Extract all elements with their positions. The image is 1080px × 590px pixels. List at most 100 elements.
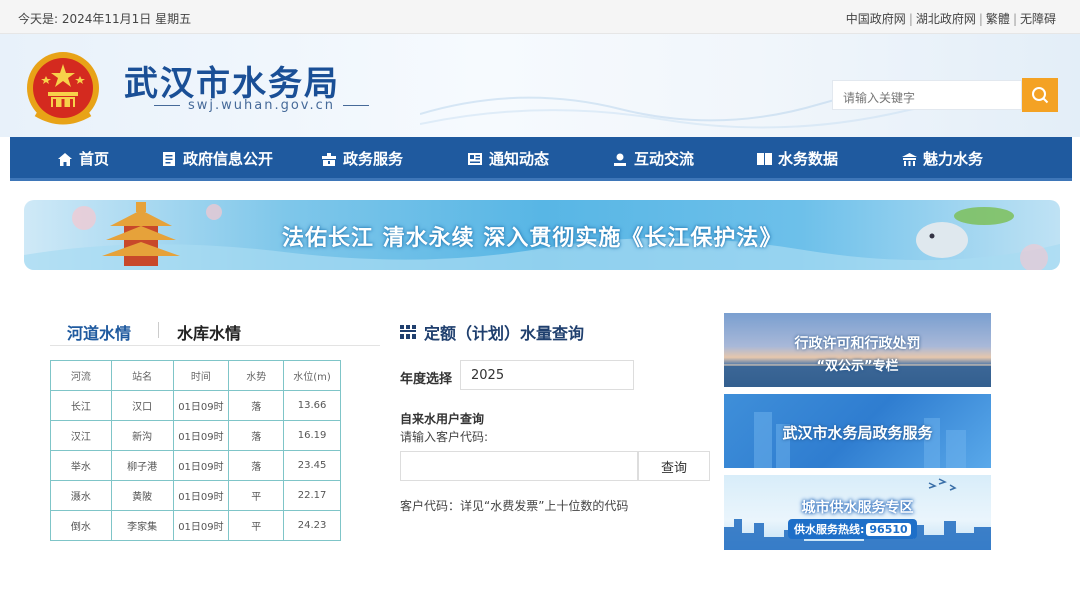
cell-trend: 平 [228,480,285,511]
year-select[interactable]: 2025 [460,360,634,390]
col-level: 水位(m) [283,360,341,391]
cell-river: 汉江 [50,420,112,451]
cell-trend: 落 [228,390,285,421]
news-icon [467,151,483,167]
cell-level: 22.17 [283,480,341,511]
link-china-gov[interactable]: 中国政府网 [846,12,906,26]
customer-code-note: 客户代码：详见“水费发票”上十位数的代码 [400,499,629,513]
gov-service-label: 武汉市水务局政务服务 [782,424,933,442]
user-query-hint: 请输入客户代码: [400,430,489,444]
cell-time: 01日09时 [172,450,230,481]
quota-query-label: 定额（计划）水量查询 [424,324,585,343]
quota-query-title: 定额（计划）水量查询 [400,320,584,344]
cell-time: 01日09时 [172,420,230,451]
cell-station: 李家集 [110,510,174,541]
cell-river: 滠水 [50,480,112,511]
cell-level: 24.23 [283,510,341,541]
table-row: 滠水 黄陂 01日09时 平 22.17 [50,480,341,511]
nav-label: 政务服务 [343,150,404,168]
nav-services[interactable]: 政务服务 [321,137,403,181]
cell-station: 新沟 [110,420,174,451]
query-button[interactable]: 查询 [638,451,710,481]
cell-station: 黄陂 [110,480,174,511]
water-level-table: 河流 站名 时间 水势 水位(m) 长江 汉口 01日09时 落 13.66 汉… [50,360,341,541]
table-row: 汉江 新沟 01日09时 落 16.19 [50,420,341,451]
current-date: 今天是: 2024年11月1日 星期五 [18,12,192,26]
grid-icon [400,325,416,339]
pavilion-icon [901,151,917,167]
cell-river: 倒水 [50,510,112,541]
document-icon [161,151,177,167]
cell-level: 16.19 [283,420,341,451]
cell-trend: 平 [228,510,285,541]
col-river: 河流 [50,360,112,391]
separator: | [1012,12,1017,26]
nav-charm-water[interactable]: 魅力水务 [901,137,983,181]
cell-time: 01日09时 [172,510,230,541]
banner-line-1: 行政许可和行政处罚 [794,336,921,352]
col-time: 时间 [172,360,230,391]
hotline-number: 96510 [866,523,911,536]
user-query-title: 自来水用户查询 [400,412,485,426]
search-input[interactable]: 请输入关键字 [832,80,1022,110]
search-icon [1032,87,1049,104]
national-emblem-icon [27,52,99,125]
table-row: 长江 汉口 01日09时 落 13.66 [50,390,341,421]
dual-publicity-banner[interactable]: 行政许可和行政处罚 “双公示”专栏 [724,313,991,387]
banner-line-2: “双公示”专栏 [816,359,899,374]
col-trend: 水势 [228,360,285,391]
nav-label: 互动交流 [634,150,695,168]
cell-trend: 落 [228,450,285,481]
cell-level: 23.45 [283,450,341,481]
user-icon [612,151,628,167]
table-row: 举水 柳子港 01日09时 落 23.45 [50,450,341,481]
cell-river: 长江 [50,390,112,421]
nav-label: 政府信息公开 [183,150,274,168]
water-supply-banner[interactable]: 城市供水服务专区 供水服务热线: 96510 [724,475,991,550]
year-select-label: 年度选择 [400,372,453,387]
main-banner[interactable]: 法佑长江 清水永续 深入贯彻实施《长江保护法》 [24,200,1060,270]
top-links: 中国政府网 | 湖北政府网 | 繁體 | 无障碍 [846,10,1056,27]
nav-water-data[interactable]: 水务数据 [756,137,838,181]
site-header: 武汉市水务局 swj.wuhan.gov.cn 请输入关键字 [0,34,1080,137]
cell-level: 13.66 [283,390,341,421]
link-accessibility[interactable]: 无障碍 [1020,12,1056,26]
link-traditional[interactable]: 繁體 [986,12,1010,26]
cell-station: 柳子港 [110,450,174,481]
top-bar: 今天是: 2024年11月1日 星期五 中国政府网 | 湖北政府网 | 繁體 | 无障碍 [0,0,1080,34]
dolphin-icon [916,222,968,258]
site-domain-text: swj.wuhan.gov.cn [188,98,336,113]
gov-service-banner[interactable]: 武汉市水务局政务服务 [724,394,991,468]
cell-station: 汉口 [110,390,174,421]
table-row: 倒水 李家集 01日09时 平 24.23 [50,510,341,541]
cell-time: 01日09时 [172,390,230,421]
link-hubei-gov[interactable]: 湖北政府网 [916,12,976,26]
nav-gov-info[interactable]: 政府信息公开 [161,137,273,181]
customer-code-input[interactable] [400,451,638,481]
book-icon [756,151,772,167]
separator: | [908,12,913,26]
search-button[interactable] [1022,78,1058,112]
hotline-label: 供水服务热线: [794,523,865,536]
nav-interaction[interactable]: 互动交流 [612,137,694,181]
cell-river: 举水 [50,450,112,481]
home-icon [57,151,73,167]
tab-river-water[interactable]: 河道水情 [67,320,131,344]
nav-label: 首页 [79,150,110,168]
hotline-badge: 供水服务热线: 96510 [788,519,917,539]
nav-notices[interactable]: 通知动态 [467,137,549,181]
main-nav: 首页 政府信息公开 政务服务 通知动态 互动交流 水务数据 魅力水务 [10,137,1072,181]
table-header-row: 河流 站名 时间 水势 水位(m) [50,360,341,391]
water-tabs: 河道水情 水库水情 [50,316,380,346]
nav-label: 水务数据 [778,150,839,168]
nav-home[interactable]: 首页 [57,137,109,181]
banner-slogan: 法佑长江 清水永续 深入贯彻实施《长江保护法》 [282,226,783,251]
tab-reservoir-water[interactable]: 水库水情 [177,320,241,344]
cell-time: 01日09时 [172,480,230,511]
site-domain: swj.wuhan.gov.cn [146,98,377,113]
nav-label: 通知动态 [489,150,550,168]
tab-divider [158,322,159,338]
col-station: 站名 [110,360,174,391]
cell-trend: 落 [228,420,285,451]
separator: | [978,12,983,26]
